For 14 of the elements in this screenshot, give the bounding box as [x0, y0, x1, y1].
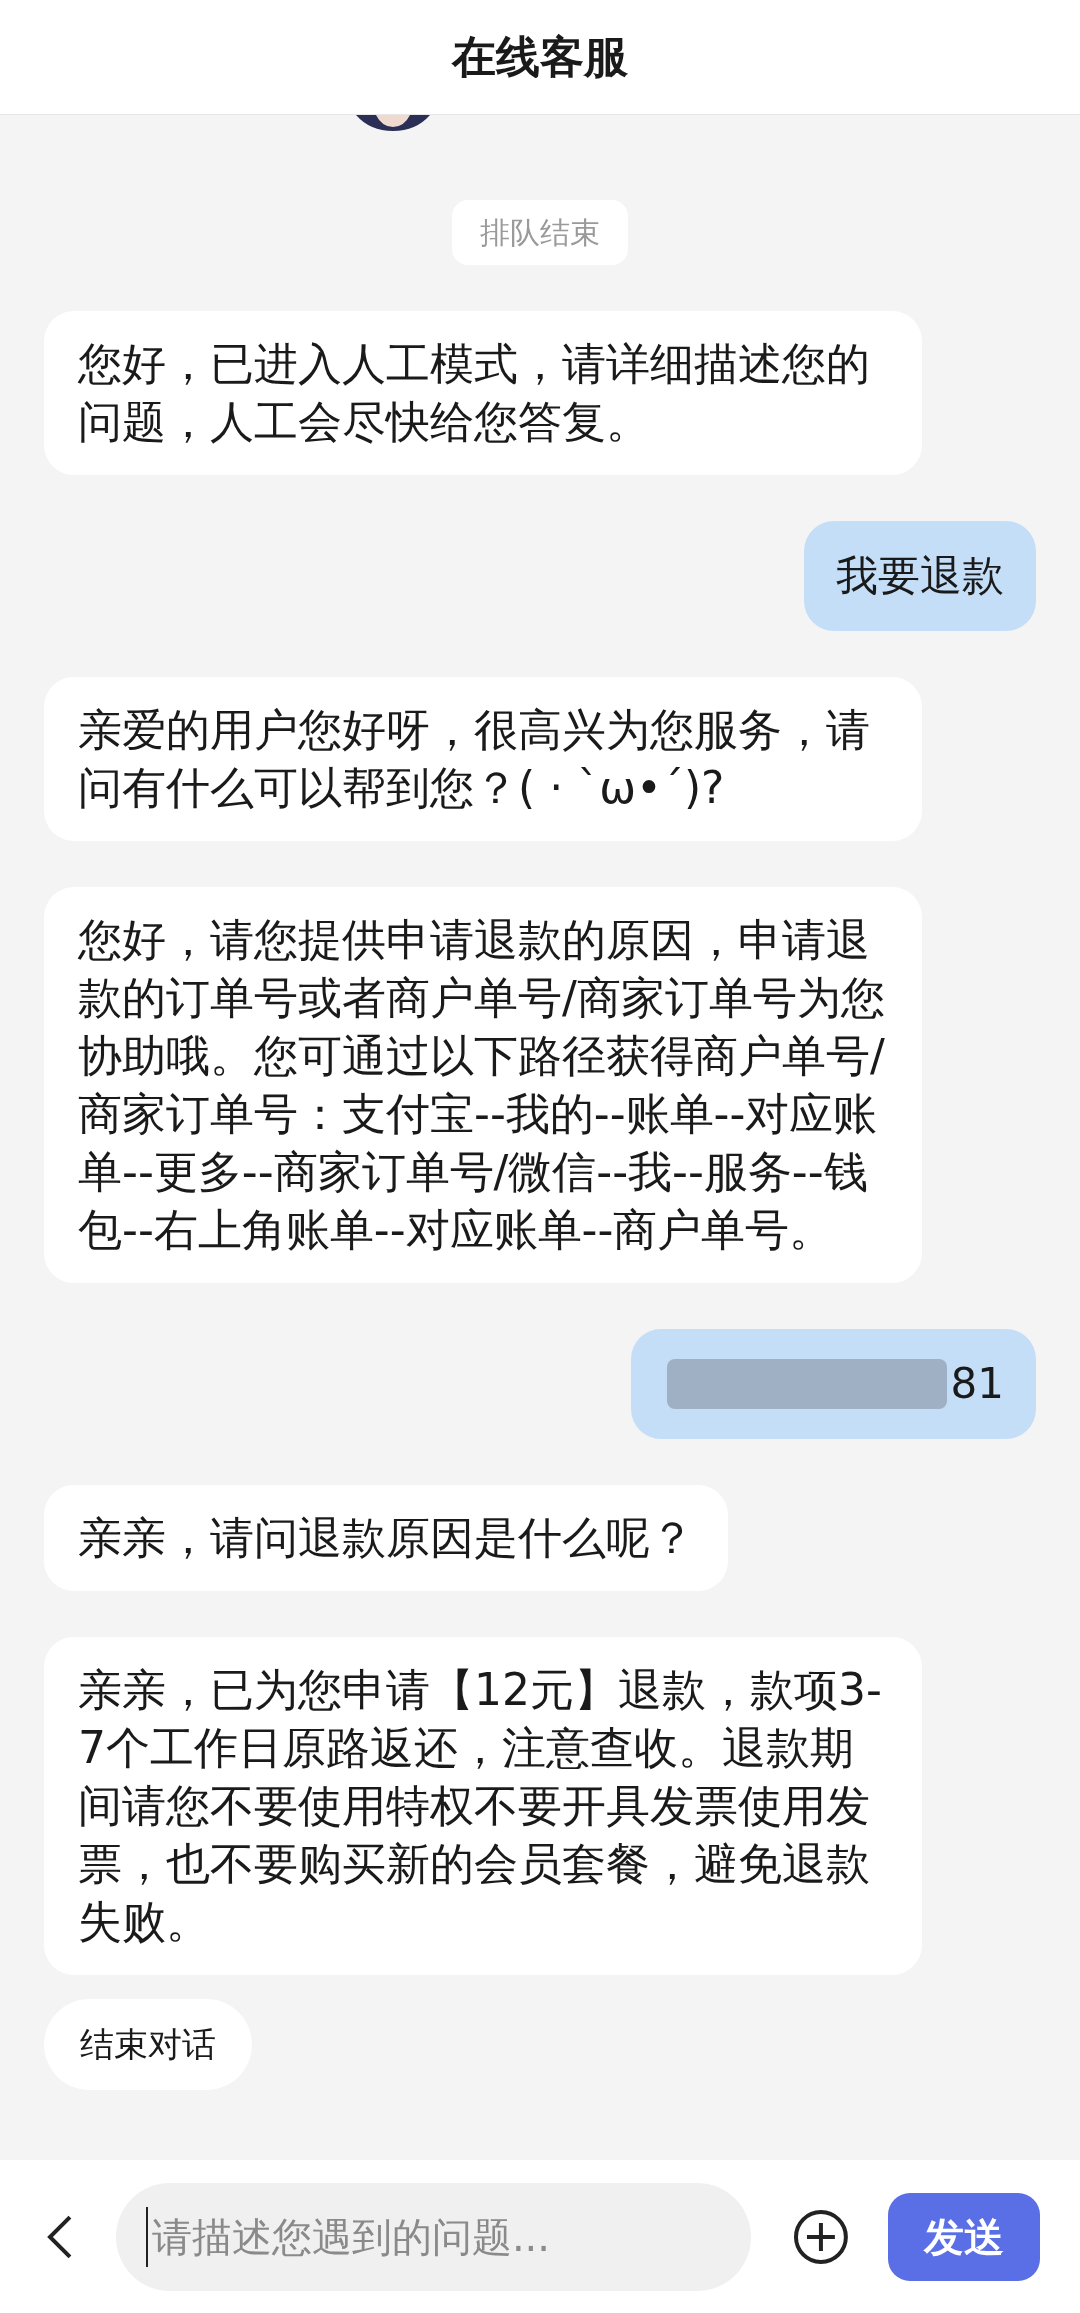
agent-message: 亲亲，请问退款原因是什么呢？ — [44, 1485, 728, 1591]
agent-message: 亲爱的用户您好呀，很高兴为您服务，请问有什么可以帮到您？( · ˋω•´)? — [44, 677, 922, 841]
agent-message: 您好，请您提供申请退款的原因，申请退款的订单号或者商户单号/商家订单号为您协助哦。您可通过以下路径获得商户单号/商家订单号：支付宝--我的--账单--对应账单--更多--商家订单号/微信--我--服务--钱包--右上角账单--对应账单--商户单号。 — [44, 887, 922, 1283]
message-input[interactable]: 请描述您遇到的问题... — [115, 2182, 751, 2291]
send-button[interactable]: 发送 — [888, 2192, 1040, 2281]
agent-message: 您好，已进入人工模式，请详细描述您的问题，人工会尽快给您答复。 — [44, 311, 922, 475]
status-label: 排队结束 — [452, 200, 628, 265]
agent-message: 亲亲，已为您申请【12元】退款，款项3-7个工作日原路返还，注意查收。退款期间请您不要使用特权不要开具发票使用发票，也不要购买新的会员套餐，避免退款失败。 — [44, 1637, 922, 1975]
end-chat-button[interactable]: 结束对话 — [44, 1999, 252, 2090]
page-title: 在线客服 — [452, 30, 628, 84]
order-number: 81 — [950, 1358, 1004, 1410]
user-message: 我要退款 — [804, 521, 1036, 631]
add-icon[interactable] — [792, 2208, 849, 2265]
avatar-icon — [356, 115, 430, 131]
